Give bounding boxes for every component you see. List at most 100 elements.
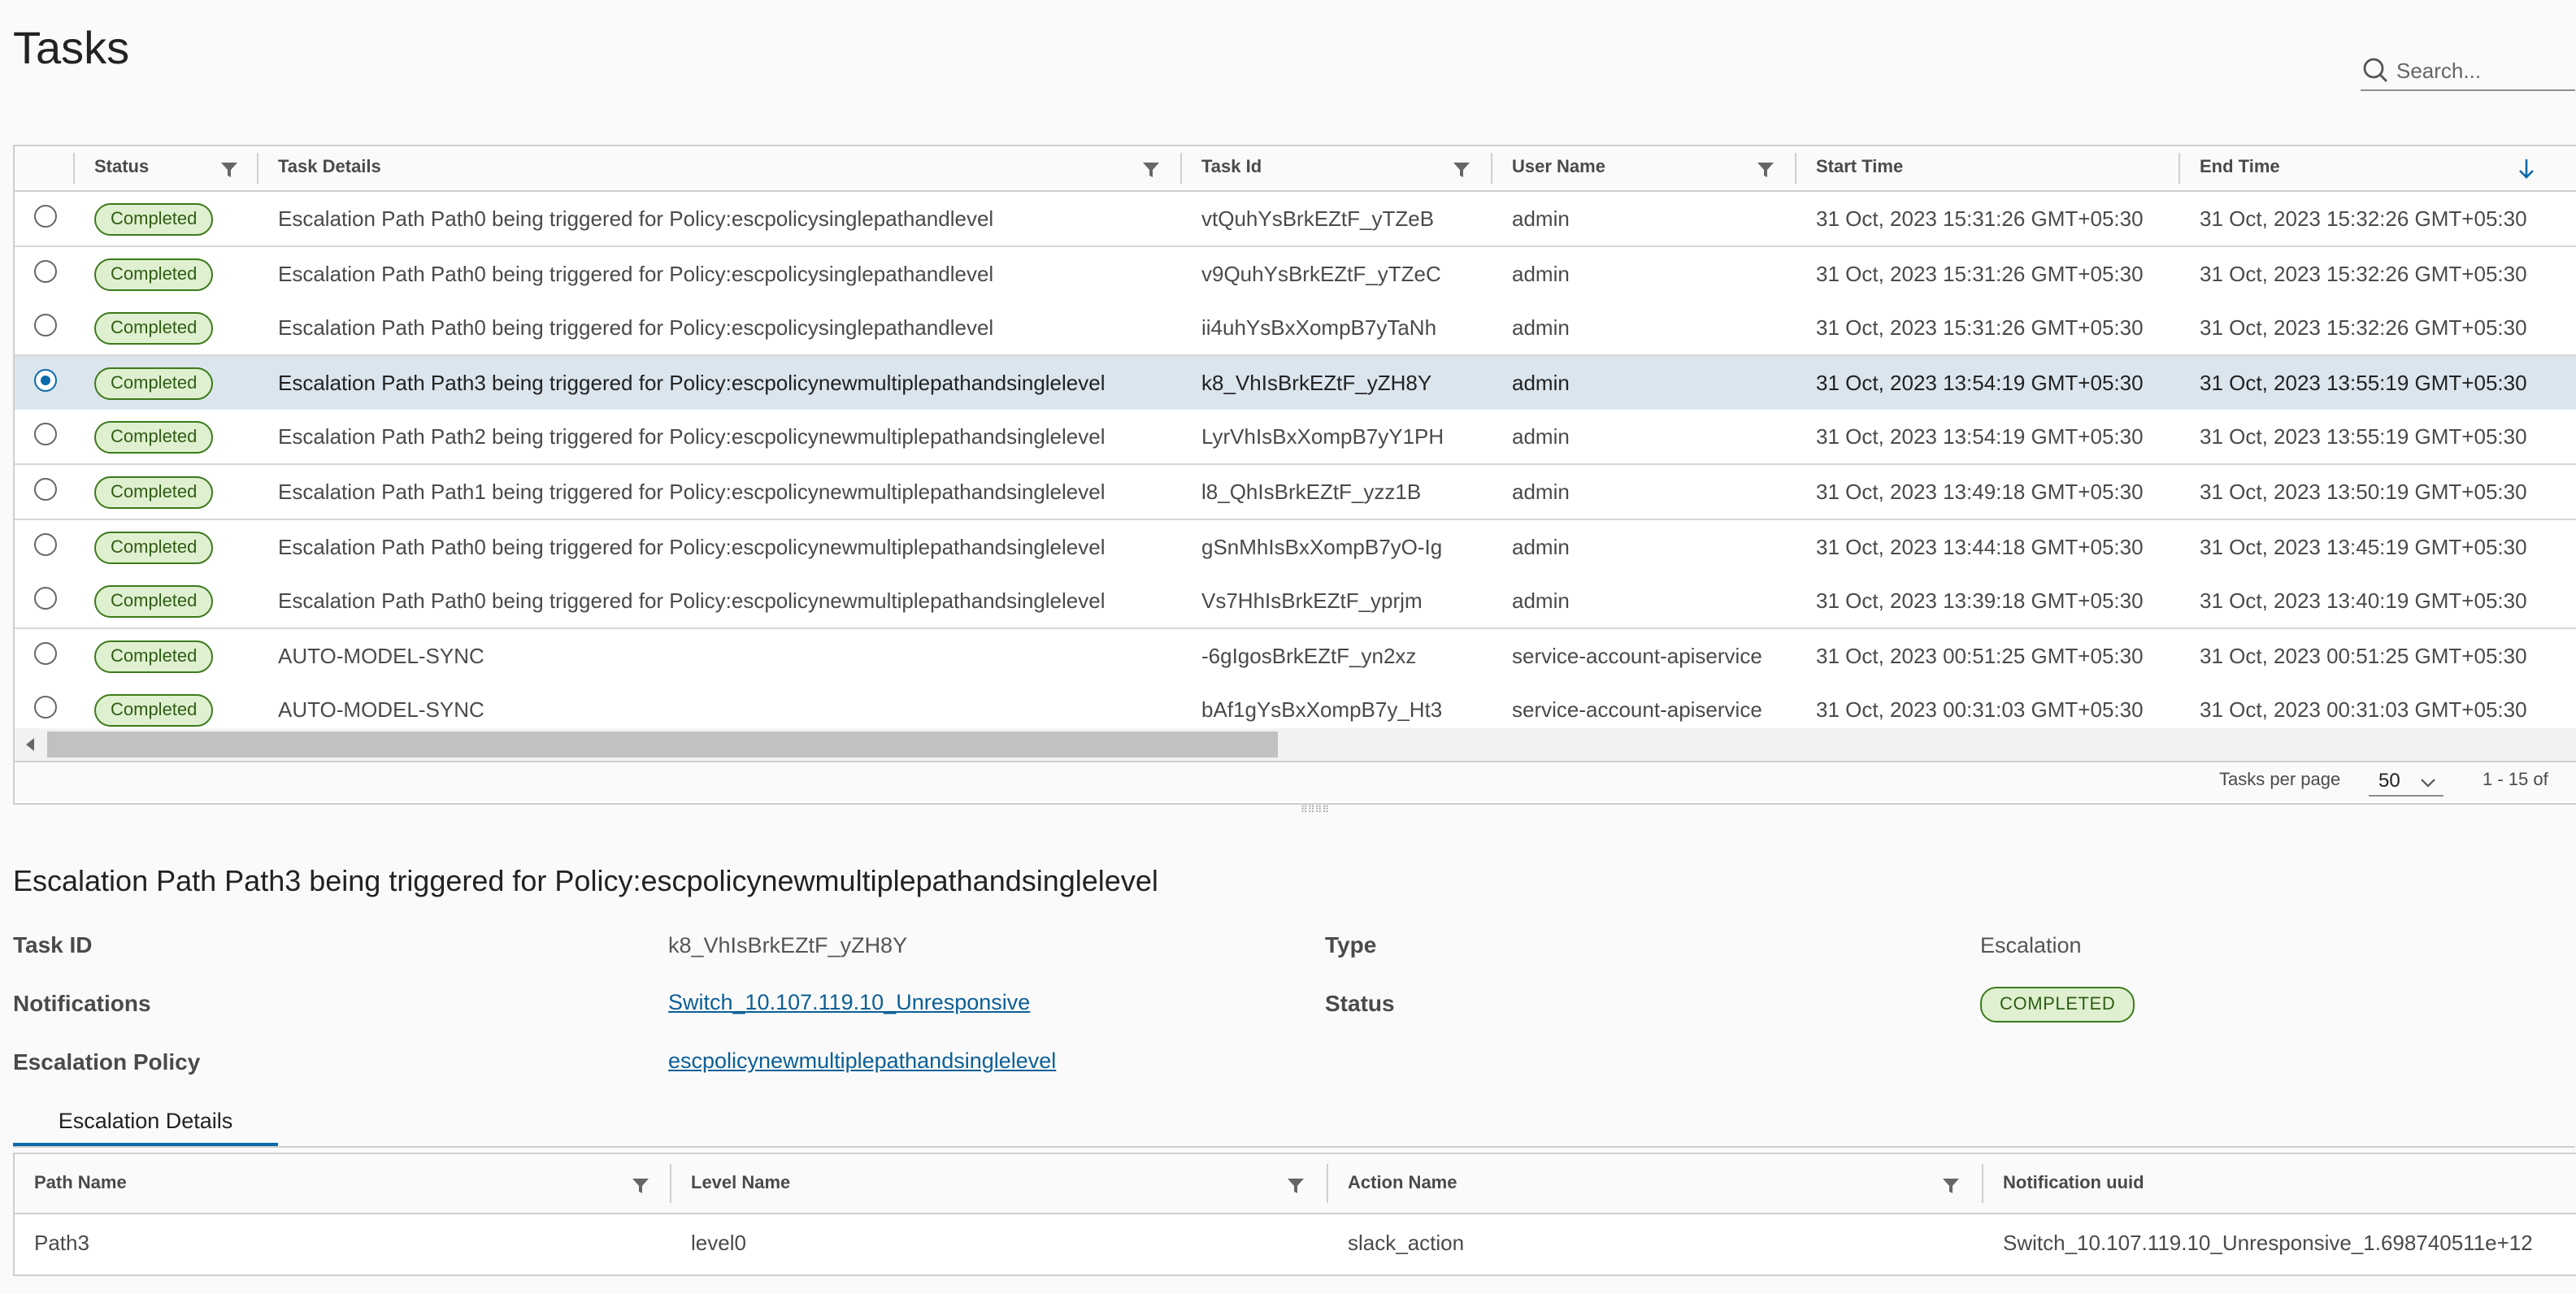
- column-header-status[interactable]: Status: [75, 146, 257, 190]
- task-details-cell: Escalation Path Path1 being triggered fo…: [278, 480, 1106, 504]
- start-time-cell: 31 Oct, 2023 13:54:19 GMT+05:30: [1816, 370, 2144, 395]
- table-row[interactable]: Completed Escalation Path Path1 being tri…: [15, 465, 2576, 520]
- row-select-radio[interactable]: [34, 314, 57, 337]
- detail-title: Escalation Path Path3 being triggered fo…: [13, 865, 1158, 897]
- task-details-cell: Escalation Path Path0 being triggered fo…: [278, 315, 994, 341]
- end-time-cell: 31 Oct, 2023 15:32:26 GMT+05:30: [2200, 206, 2527, 231]
- status-badge: Completed: [94, 421, 214, 454]
- row-select-radio[interactable]: [34, 205, 57, 228]
- tab-escalation-details[interactable]: Escalation Details: [13, 1099, 278, 1148]
- status-cell: Completed: [94, 410, 214, 464]
- table-row[interactable]: Completed AUTO-MODEL-SYNC -6gIgosBrkEZtF_y…: [15, 628, 2576, 684]
- action-name-cell: slack_action: [1348, 1231, 1465, 1255]
- task-id-cell: v9QuhYsBrkEZtF_yTZeC: [1201, 261, 1441, 286]
- tab-divider: [13, 1146, 2575, 1148]
- status-badge: Completed: [94, 476, 214, 509]
- filter-icon[interactable]: [1943, 1177, 1959, 1193]
- per-page-value: 50: [2378, 769, 2400, 792]
- task-id-cell: l8_QhIsBrkEZtF_yzz1B: [1201, 480, 1422, 504]
- row-select-radio[interactable]: [34, 478, 57, 501]
- resize-splitter[interactable]: ⠿⠿⠿⠿: [13, 803, 2575, 816]
- row-select-radio[interactable]: [34, 696, 57, 719]
- user-name-cell: admin: [1512, 261, 1570, 286]
- column-header-label: End Time: [2200, 158, 2280, 177]
- task-details-cell: Escalation Path Path3 being triggered fo…: [278, 370, 1106, 395]
- table-row[interactable]: Completed Escalation Path Path0 being tri…: [15, 192, 2576, 247]
- column-header-start-time[interactable]: Start Time: [1796, 146, 2179, 190]
- row-select-radio[interactable]: [34, 259, 57, 283]
- status-cell: Completed: [94, 246, 214, 300]
- tasks-grid: Status Task Details Task Id User Name St…: [13, 145, 2576, 805]
- column-header-label: Level Name: [691, 1174, 791, 1193]
- sort-descending-icon[interactable]: [2518, 159, 2535, 179]
- task-details-cell: Escalation Path Path0 being triggered fo…: [278, 534, 1106, 559]
- scrollbar-thumb[interactable]: [47, 732, 1278, 758]
- start-time-cell: 31 Oct, 2023 13:39:18 GMT+05:30: [1816, 588, 2144, 614]
- task-details-cell: Escalation Path Path0 being triggered fo…: [278, 261, 994, 286]
- grid-footer: Tasks per page 50 1 - 15 of: [15, 762, 2576, 801]
- end-time-cell: 31 Oct, 2023 13:50:19 GMT+05:30: [2200, 480, 2527, 504]
- status-cell: Completed: [94, 629, 214, 683]
- column-header-task-details[interactable]: Task Details: [258, 146, 1182, 190]
- end-time-cell: 31 Oct, 2023 15:32:26 GMT+05:30: [2200, 315, 2527, 341]
- table-row[interactable]: Completed Escalation Path Path0 being tri…: [15, 246, 2576, 302]
- drag-handle-icon[interactable]: ⠿⠿⠿⠿: [1301, 806, 1329, 816]
- end-time-cell: 31 Oct, 2023 00:51:25 GMT+05:30: [2200, 643, 2527, 668]
- status-cell: Completed: [94, 465, 214, 519]
- path-name-cell: Path3: [34, 1231, 89, 1255]
- per-page-label: Tasks per page: [2219, 771, 2341, 790]
- column-header-user-name[interactable]: User Name: [1492, 146, 1796, 190]
- status-badge: Completed: [94, 312, 214, 345]
- per-page-select[interactable]: 50: [2369, 767, 2444, 797]
- start-time-cell: 31 Oct, 2023 00:51:25 GMT+05:30: [1816, 643, 2144, 668]
- user-name-cell: service-account-apiservice: [1512, 643, 1762, 668]
- end-time-cell: 31 Oct, 2023 13:55:19 GMT+05:30: [2200, 370, 2527, 395]
- status-label: Status: [1325, 990, 1395, 1016]
- status-cell: Completed: [94, 301, 214, 354]
- table-row[interactable]: Completed Escalation Path Path0 being tri…: [15, 519, 2576, 575]
- notifications-link[interactable]: Switch_10.107.119.10_Unresponsive: [668, 990, 1030, 1014]
- search-box[interactable]: [2361, 54, 2575, 91]
- row-select-radio[interactable]: [34, 423, 57, 446]
- column-header-path-name[interactable]: Path Name: [15, 1154, 670, 1213]
- column-header-action-name[interactable]: Action Name: [1328, 1154, 1982, 1213]
- table-row[interactable]: Completed Escalation Path Path0 being tri…: [15, 574, 2576, 630]
- escalation-policy-label: Escalation Policy: [13, 1049, 201, 1075]
- start-time-cell: 31 Oct, 2023 13:44:18 GMT+05:30: [1816, 534, 2144, 559]
- row-select-radio[interactable]: [34, 532, 57, 556]
- page-title: Tasks: [13, 23, 130, 73]
- start-time-cell: 31 Oct, 2023 13:49:18 GMT+05:30: [1816, 480, 2144, 504]
- scroll-left-arrow[interactable]: [26, 738, 34, 751]
- status-badge: Completed: [94, 585, 214, 619]
- filter-icon[interactable]: [221, 161, 237, 177]
- status-cell: Completed: [94, 192, 214, 245]
- column-header-label: Notification uuid: [2003, 1174, 2144, 1193]
- column-header-level-name[interactable]: Level Name: [671, 1154, 1327, 1213]
- table-row[interactable]: Completed Escalation Path Path0 being tri…: [15, 301, 2576, 357]
- table-row[interactable]: Path3 level0 slack_action Switch_10.107.…: [15, 1214, 2576, 1273]
- task-details-cell: Escalation Path Path0 being triggered fo…: [278, 206, 994, 231]
- table-row[interactable]: Completed Escalation Path Path3 being tri…: [15, 355, 2576, 411]
- table-row[interactable]: Completed Escalation Path Path2 being tri…: [15, 410, 2576, 466]
- row-select-radio[interactable]: [34, 587, 57, 610]
- column-header-task-id[interactable]: Task Id: [1182, 146, 1492, 190]
- filter-icon[interactable]: [1757, 161, 1774, 177]
- pagination-range: 1 - 15 of: [2483, 771, 2548, 790]
- filter-icon[interactable]: [1143, 161, 1159, 177]
- row-select-radio[interactable]: [34, 641, 57, 665]
- status-cell: Completed: [94, 574, 214, 627]
- row-select-radio[interactable]: [34, 368, 57, 392]
- task-id-cell: ii4uhYsBxXompB7yTaNh: [1201, 315, 1437, 341]
- start-time-cell: 31 Oct, 2023 13:54:19 GMT+05:30: [1816, 424, 2144, 449]
- filter-icon[interactable]: [1288, 1177, 1304, 1193]
- status-badge: COMPLETED: [1980, 987, 2135, 1023]
- search-input[interactable]: [2396, 54, 2567, 86]
- horizontal-scrollbar[interactable]: [15, 728, 2576, 762]
- filter-icon[interactable]: [1453, 161, 1470, 177]
- grid-header: Status Task Details Task Id User Name St…: [15, 146, 2576, 192]
- column-header-end-time[interactable]: End Time: [2180, 146, 2576, 190]
- filter-icon[interactable]: [632, 1177, 649, 1193]
- task-id-cell: LyrVhIsBxXompB7yY1PH: [1201, 424, 1444, 449]
- escalation-policy-link[interactable]: escpolicynewmultiplepathandsinglelevel: [668, 1049, 1056, 1073]
- column-header-notification-uuid[interactable]: Notification uuid: [1983, 1154, 2576, 1213]
